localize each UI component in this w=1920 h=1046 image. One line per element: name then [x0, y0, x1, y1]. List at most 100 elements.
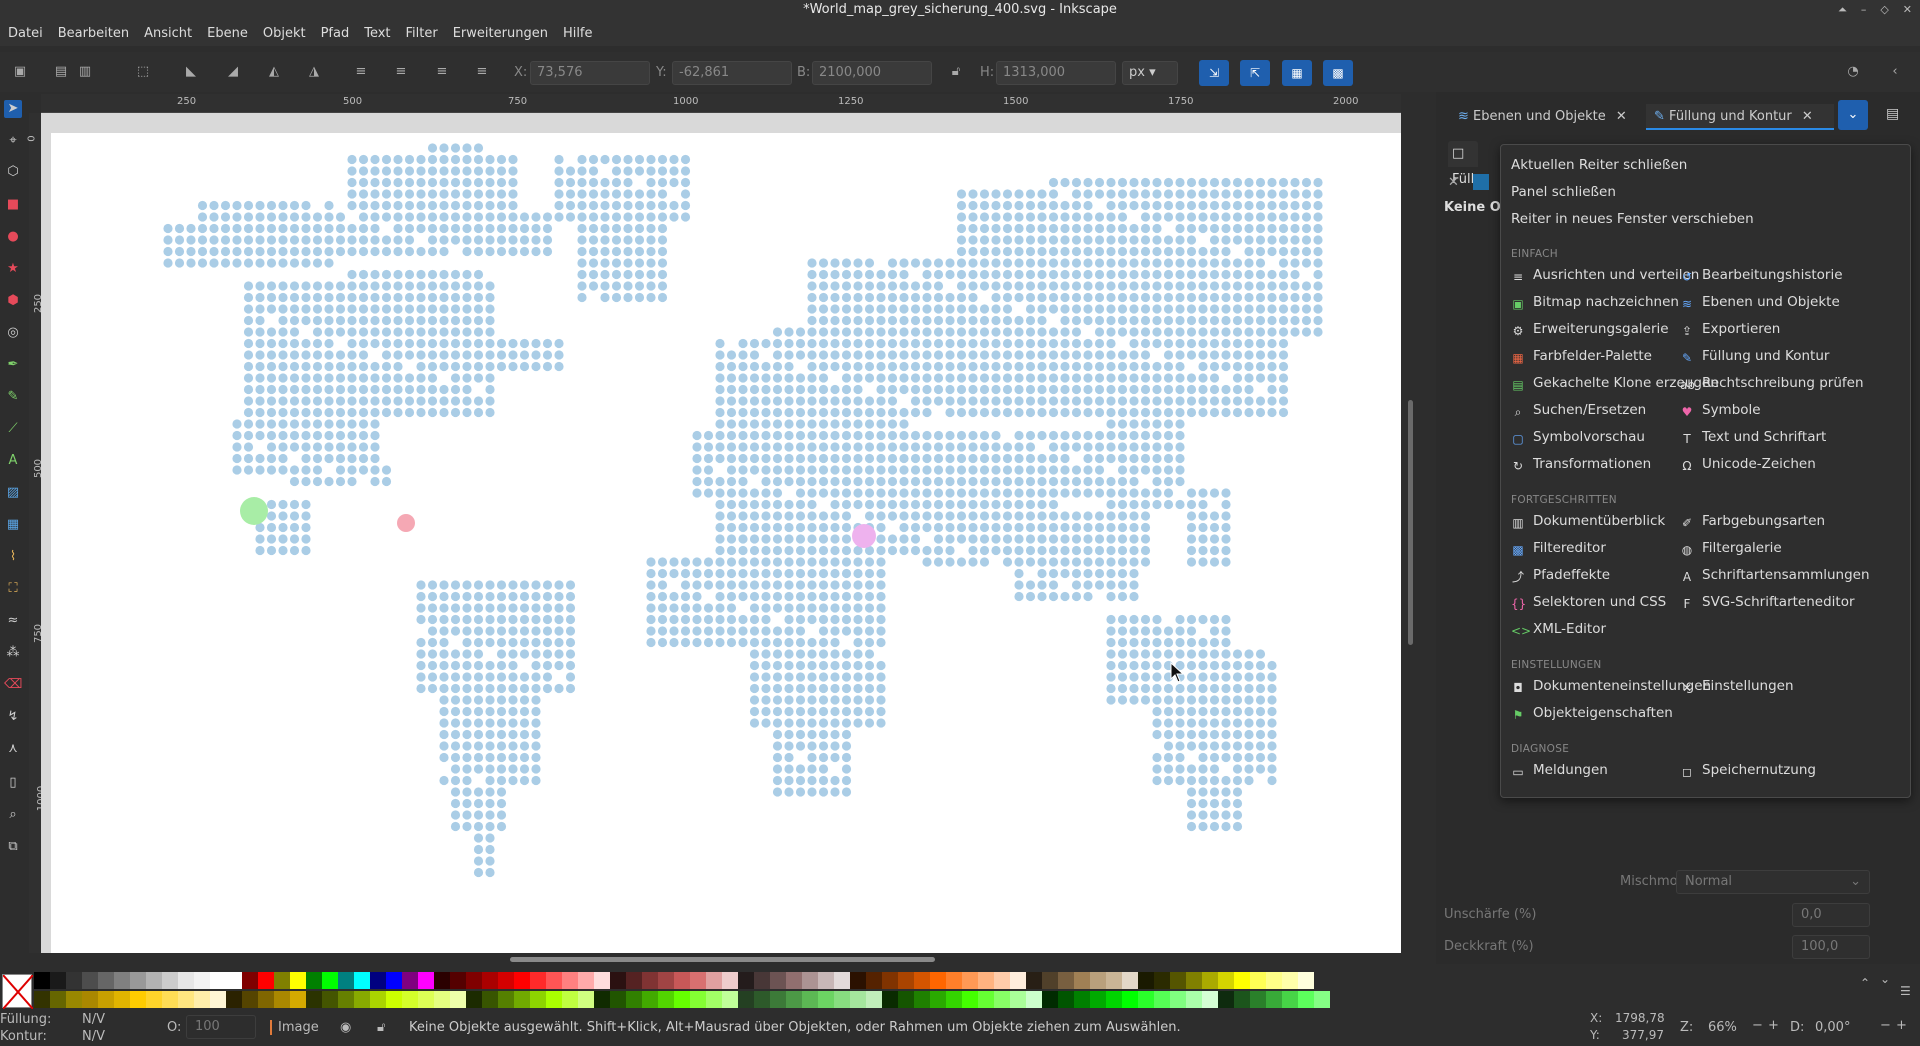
color-swatch[interactable]	[1170, 972, 1186, 989]
layer-lock-icon[interactable]: 🔓︎	[377, 1020, 385, 1035]
close-tab-icon[interactable]: ✕	[1802, 109, 1813, 124]
color-swatch[interactable]	[1298, 972, 1314, 989]
maximize-icon[interactable]: ◇	[1880, 0, 1888, 20]
horizontal-scrollbar[interactable]	[510, 957, 935, 962]
color-swatch[interactable]	[466, 991, 482, 1008]
color-swatch[interactable]	[722, 972, 738, 989]
color-swatch[interactable]	[930, 991, 946, 1008]
color-swatch[interactable]	[978, 991, 994, 1008]
color-swatch[interactable]	[946, 991, 962, 1008]
color-swatch[interactable]	[514, 991, 530, 1008]
close-tab-icon[interactable]: ✕	[1616, 109, 1627, 124]
color-swatch[interactable]	[242, 991, 258, 1008]
menu-dialog-item[interactable]: ⌕ Suchen/Ersetzen	[1511, 402, 1647, 419]
color-swatch[interactable]	[802, 991, 818, 1008]
color-swatch[interactable]	[1250, 991, 1266, 1008]
lock-ratio-icon[interactable]: 🔓︎	[947, 64, 965, 80]
menu-dialog-item[interactable]: ✐ Farbgebungsarten	[1680, 513, 1825, 530]
close-icon[interactable]: ✕	[1903, 0, 1912, 20]
color-swatch[interactable]	[498, 991, 514, 1008]
color-swatch[interactable]	[50, 991, 66, 1008]
menu-dialog-item[interactable]: ▭ Meldungen	[1511, 762, 1608, 779]
color-swatch[interactable]	[1010, 991, 1026, 1008]
color-swatch[interactable]	[274, 991, 290, 1008]
color-swatch[interactable]	[706, 972, 722, 989]
menu-dialog-item[interactable]: ↻ Transformationen	[1511, 456, 1651, 473]
rectangle-tool-icon[interactable]: ■	[4, 196, 22, 214]
color-swatch[interactable]	[210, 972, 226, 989]
color-swatch[interactable]	[882, 972, 898, 989]
color-swatch[interactable]	[898, 991, 914, 1008]
stroke-status-value[interactable]: N/V	[82, 1029, 105, 1044]
color-swatch[interactable]	[882, 991, 898, 1008]
color-swatch[interactable]	[418, 972, 434, 989]
color-swatch[interactable]	[738, 972, 754, 989]
menu-3[interactable]: Ebene	[207, 26, 248, 41]
menu-dialog-item[interactable]: ✎ Füllung und Kontur	[1680, 348, 1829, 365]
color-swatch[interactable]	[114, 972, 130, 989]
menu-0[interactable]: Datei	[8, 26, 43, 41]
menu-6[interactable]: Text	[364, 26, 390, 41]
color-swatch[interactable]	[674, 972, 690, 989]
color-swatch[interactable]	[1122, 972, 1138, 989]
mesh-tool-icon[interactable]: ▦	[4, 516, 22, 534]
color-swatch[interactable]	[1250, 972, 1266, 989]
no-paint-swatch[interactable]	[2, 974, 34, 1010]
color-swatch[interactable]	[194, 972, 210, 989]
color-swatch[interactable]	[98, 991, 114, 1008]
deselect-icon[interactable]: ▥	[76, 64, 94, 80]
color-swatch[interactable]	[466, 972, 482, 989]
color-swatch[interactable]	[290, 972, 306, 989]
color-swatch[interactable]	[610, 972, 626, 989]
vertical-scrollbar[interactable]	[1408, 400, 1413, 645]
color-swatch[interactable]	[418, 991, 434, 1008]
color-swatch[interactable]	[626, 972, 642, 989]
color-swatch[interactable]	[578, 972, 594, 989]
window-up-icon[interactable]: ⏶	[1838, 0, 1847, 20]
color-swatch[interactable]	[962, 972, 978, 989]
color-swatch[interactable]	[66, 972, 82, 989]
map-marker-pink[interactable]	[852, 524, 876, 548]
color-swatch[interactable]	[322, 991, 338, 1008]
color-swatch[interactable]	[914, 991, 930, 1008]
color-swatch[interactable]	[594, 972, 610, 989]
color-swatch[interactable]	[258, 972, 274, 989]
color-swatch[interactable]	[450, 972, 466, 989]
color-swatch[interactable]	[658, 991, 674, 1008]
y-field[interactable]: -62,861	[672, 61, 792, 85]
rotate-down-icon[interactable]: −	[1880, 1018, 1891, 1033]
ellipse-tool-icon[interactable]: ●	[4, 228, 22, 246]
pages-tool-icon[interactable]: ▯	[4, 774, 22, 792]
blend-select[interactable]: Normal ⌄	[1676, 870, 1870, 894]
menu-dialog-item[interactable]: {} Selektoren und CSS	[1511, 594, 1666, 611]
x-field[interactable]: 73,576	[530, 61, 650, 85]
menu-dialog-item[interactable]: ▣ Bitmap nachzeichnen	[1511, 294, 1679, 311]
paint-bucket-icon[interactable]: ⛶	[4, 580, 22, 598]
color-swatch[interactable]	[1186, 991, 1202, 1008]
color-swatch[interactable]	[354, 972, 370, 989]
height-field[interactable]: 1313,000	[996, 61, 1116, 85]
palette-scroll-up-icon[interactable]: ⌃	[1860, 976, 1870, 990]
color-swatch[interactable]	[1026, 972, 1042, 989]
color-swatch[interactable]	[754, 991, 770, 1008]
color-swatch[interactable]	[1074, 991, 1090, 1008]
color-swatch[interactable]	[498, 972, 514, 989]
pen-tool-icon[interactable]: ✒	[4, 356, 22, 374]
menu-dialog-item[interactable]: ▥ Dokumentüberblick	[1511, 513, 1665, 530]
color-swatch[interactable]	[146, 991, 162, 1008]
color-swatch[interactable]	[402, 991, 418, 1008]
color-swatch[interactable]	[770, 972, 786, 989]
color-swatch[interactable]	[1106, 991, 1122, 1008]
layer-visibility-icon[interactable]: ◉	[340, 1020, 351, 1035]
color-swatch[interactable]	[866, 991, 882, 1008]
color-swatch[interactable]	[82, 991, 98, 1008]
color-swatch[interactable]	[1090, 972, 1106, 989]
menu-dialog-item[interactable]: Ω Unicode-Zeichen	[1680, 456, 1815, 473]
text-tool-icon[interactable]: A	[4, 452, 22, 470]
palette-scroll-down-icon[interactable]: ⌄	[1880, 972, 1890, 986]
color-swatch[interactable]	[306, 972, 322, 989]
color-swatch[interactable]	[562, 991, 578, 1008]
3d-box-tool-icon[interactable]: ⬢	[4, 292, 22, 310]
color-swatch[interactable]	[818, 972, 834, 989]
eraser-tool-icon[interactable]: ⌫	[4, 676, 22, 694]
